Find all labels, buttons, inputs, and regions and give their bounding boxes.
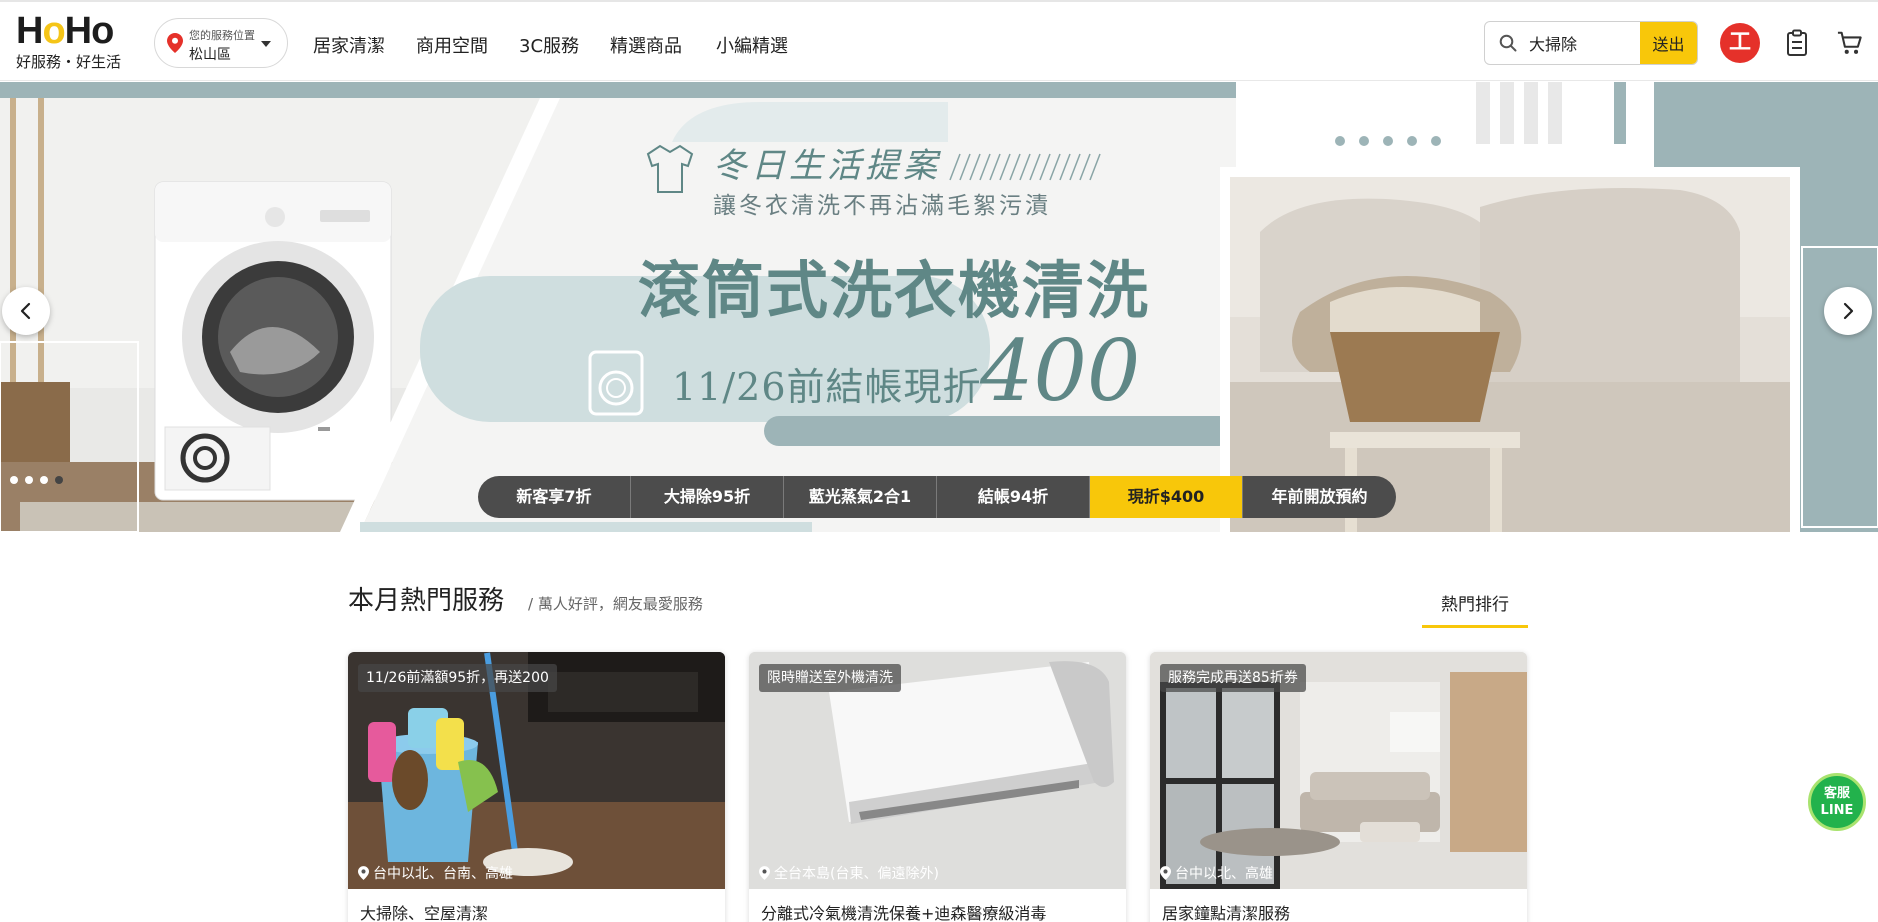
service-card-title: 大掃除、空屋清潔 <box>360 904 489 922</box>
site-header: HoHo 好服務・好生活 您的服務位置 松山區 居家清潔 商用空間 3C服務 精… <box>0 2 1878 81</box>
hero-tab-new-customer[interactable]: 新客享7折 <box>478 476 631 518</box>
hero-next-button[interactable] <box>1824 287 1872 335</box>
map-pin-icon <box>759 866 770 880</box>
nav-editor-picks[interactable]: 小編精選 <box>716 32 788 57</box>
hero-tab-checkout-discount[interactable]: 結帳94折 <box>937 476 1090 518</box>
hero-tab-bar: 新客享7折 大掃除95折 藍光蒸氣2合1 結帳94折 現折$400 年前開放預約 <box>478 476 1396 518</box>
nav-selected-products[interactable]: 精選商品 <box>610 32 682 57</box>
service-card[interactable]: 限時贈送室外機清洗 全台本島(台東、偏遠除外) 分離式冷氣機清洗保養+迪森醫療級… <box>749 652 1126 922</box>
service-location-selector[interactable]: 您的服務位置 松山區 <box>154 18 288 68</box>
service-card[interactable]: 服務完成再送85折券 台中以北、高雄 居家鐘點清潔服務 <box>1150 652 1527 922</box>
search-submit-button[interactable]: 送出 <box>1640 22 1697 64</box>
slide-indicator <box>10 476 70 484</box>
hero-tab-cleaning-discount[interactable]: 大掃除95折 <box>631 476 784 518</box>
service-card-location: 台中以北、台南、高雄 <box>358 863 513 883</box>
hero-subtitle: 讓冬衣清洗不再沾滿毛絮污漬 <box>713 193 1051 219</box>
service-card-badge: 11/26前滿額95折，再送200 <box>358 664 557 692</box>
hero-promo-amount: 400 <box>980 322 1141 420</box>
service-card-location: 全台本島(台東、偏遠除外) <box>759 863 939 883</box>
slide-dot-active[interactable] <box>55 476 63 484</box>
hot-services-list: 11/26前滿額95折，再送200 台中以北、台南、高雄 大掃除、空屋清潔 限時… <box>348 652 1528 922</box>
hero-script-title: 冬日生活提案 <box>713 146 941 186</box>
hot-services-header: 本月熱門服務 / 萬人好評，網友最愛服務 熱門排行 <box>348 580 1528 628</box>
service-card-title: 分離式冷氣機清洗保養+迪森醫療級消毒 <box>761 904 1047 922</box>
line-support-label: 客服 <box>1823 786 1850 801</box>
nav-home-cleaning[interactable]: 居家清潔 <box>313 32 385 57</box>
main-nav: 居家清潔 商用空間 3C服務 精選商品 小編精選 <box>313 32 819 57</box>
location-text: 全台本島(台東、偏遠除外) <box>774 866 939 882</box>
nav-commercial-space[interactable]: 商用空間 <box>416 32 488 57</box>
hero-tab-discount-400[interactable]: 現折$400 <box>1090 476 1243 518</box>
hero-banner[interactable]: 冬日生活提案 讓冬衣清洗不再沾滿毛絮污漬 滾筒式洗衣機清洗 11/26前結帳現折… <box>0 82 1878 532</box>
hero-tab-preorder[interactable]: 年前開放預約 <box>1243 476 1396 518</box>
slide-dot[interactable] <box>25 476 33 484</box>
section-title: 本月熱門服務 <box>348 586 505 616</box>
chevron-left-icon <box>20 302 31 320</box>
slide-dot[interactable] <box>40 476 48 484</box>
line-support-brand: LINE <box>1820 803 1854 818</box>
hero-promo-text: 11/26前結帳現折 <box>672 365 982 409</box>
search-icon <box>1499 34 1517 52</box>
nav-3c-services[interactable]: 3C服務 <box>519 32 579 57</box>
hero-prev-button[interactable] <box>2 287 50 335</box>
chevron-right-icon <box>1843 302 1854 320</box>
service-card-title: 居家鐘點清潔服務 <box>1162 904 1291 922</box>
service-card[interactable]: 11/26前滿額95折，再送200 台中以北、台南、高雄 大掃除、空屋清潔 <box>348 652 725 922</box>
hero-tab-blue-steam[interactable]: 藍光蒸氣2合1 <box>784 476 937 518</box>
location-caption: 您的服務位置 <box>189 29 255 42</box>
service-card-badge: 服務完成再送85折券 <box>1160 664 1306 692</box>
search-input[interactable] <box>1529 22 1645 64</box>
line-support-button[interactable]: 客服 LINE <box>1808 773 1866 831</box>
location-value: 松山區 <box>189 47 231 63</box>
service-card-badge: 限時贈送室外機清洗 <box>759 664 901 692</box>
clipboard-icon[interactable] <box>1784 29 1810 57</box>
slide-dot[interactable] <box>10 476 18 484</box>
logo-tagline: 好服務・好生活 <box>16 53 122 71</box>
hero-title: 滾筒式洗衣機清洗 <box>638 254 1151 327</box>
section-subtitle: / 萬人好評，網友最愛服務 <box>528 595 703 613</box>
service-card-location: 台中以北、高雄 <box>1160 863 1273 883</box>
user-avatar[interactable]: 工 <box>1720 23 1760 63</box>
hot-ranking-link[interactable]: 熱門排行 <box>1422 590 1528 628</box>
search-box: 送出 <box>1484 21 1698 65</box>
location-text: 台中以北、高雄 <box>1175 866 1273 882</box>
location-text: 台中以北、台南、高雄 <box>373 866 513 882</box>
map-pin-icon <box>1160 866 1171 880</box>
chevron-down-icon <box>261 41 271 47</box>
logo-wordmark: HoHo <box>16 10 114 52</box>
hoho-logo[interactable]: HoHo 好服務・好生活 <box>16 12 136 72</box>
cart-icon[interactable] <box>1837 29 1863 57</box>
map-pin-icon <box>358 866 369 880</box>
map-pin-icon <box>167 33 183 53</box>
